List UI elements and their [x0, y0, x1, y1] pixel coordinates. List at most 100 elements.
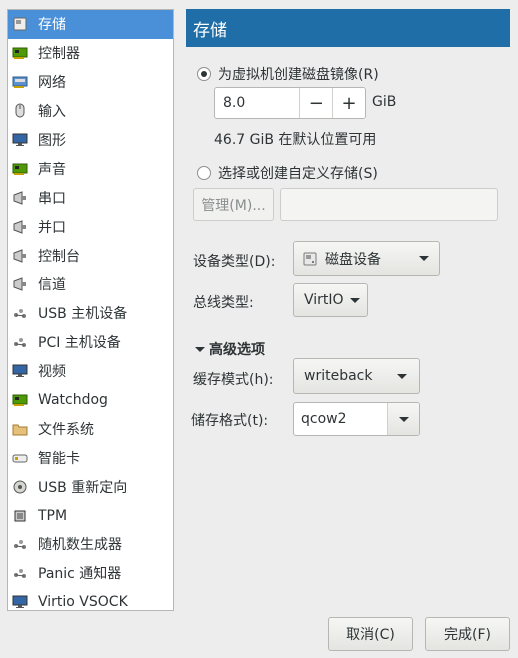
advanced-options-title: 高级选项 [209, 342, 265, 358]
controller-card-icon [12, 45, 28, 61]
sidebar-item-label: PCI 主机设备 [38, 335, 121, 352]
sidebar-item-label: 控制器 [38, 46, 80, 63]
disk-size-input[interactable]: 8.0 [215, 88, 299, 118]
sidebar-item[interactable]: Watchdog [8, 386, 173, 415]
serial-port-icon [12, 190, 28, 206]
sidebar-item[interactable]: 输入 [8, 97, 173, 126]
storage-format-dropdown-button[interactable] [387, 403, 419, 435]
storage-path-input[interactable] [280, 188, 498, 221]
channel-port-icon [12, 276, 28, 292]
sidebar-item[interactable]: Virtio VSOCK [8, 588, 173, 617]
sidebar-item-label: USB 主机设备 [38, 306, 128, 323]
sidebar-item[interactable]: 存储 [8, 10, 173, 39]
device-type-value: 磁盘设备 [325, 251, 381, 268]
sidebar-item-label: USB 重新定向 [38, 479, 128, 496]
sidebar-item[interactable]: 图形 [8, 126, 173, 155]
parallel-port-icon [12, 219, 28, 235]
storage-format-input[interactable]: qcow2 [294, 403, 387, 435]
sidebar-item[interactable]: PCI 主机设备 [8, 328, 173, 357]
video-monitor-icon [12, 363, 28, 379]
disk-icon [12, 16, 28, 32]
mouse-icon [12, 103, 28, 119]
sidebar-item-label: 信道 [38, 277, 66, 294]
size-unit: GiB [372, 94, 397, 110]
create-image-radio-row[interactable]: 为虚拟机创建磁盘镜像(R) [197, 64, 379, 84]
usb-host-icon [12, 305, 28, 321]
device-type-dropdown[interactable]: 磁盘设备 [293, 241, 440, 276]
tpm-chip-icon [12, 508, 28, 524]
sidebar-item-label: 文件系统 [38, 421, 94, 438]
sidebar-item[interactable]: 网络 [8, 68, 173, 97]
chevron-down-icon [398, 416, 409, 422]
sidebar-item[interactable]: TPM [8, 501, 173, 530]
watchdog-card-icon [12, 392, 28, 408]
cancel-button-label: 取消(C) [346, 627, 395, 643]
sidebar-item-label: 声音 [38, 161, 66, 178]
storage-format-label: 储存格式(t): [191, 413, 269, 429]
chevron-down-icon [397, 373, 407, 379]
sidebar-item[interactable]: 视频 [8, 357, 173, 386]
disk-device-icon [303, 252, 317, 266]
page-title: 存储 [186, 9, 510, 47]
custom-storage-radio[interactable] [197, 166, 211, 180]
hardware-type-list[interactable]: 存储控制器网络输入图形声音串口并口控制台信道 USB 主机设备 PCI 主机设备 视频… [7, 9, 174, 611]
sidebar-item-label: 并口 [38, 219, 66, 236]
sidebar-item[interactable]: USB 重新定向 [8, 472, 173, 501]
sidebar-item-label: Virtio VSOCK [38, 594, 128, 611]
sidebar-item[interactable]: 信道 [8, 270, 173, 299]
sidebar-item-label: 网络 [38, 75, 66, 92]
monitor-icon [12, 132, 28, 148]
manage-button[interactable]: 管理(M)... [193, 188, 274, 221]
usb-redirect-icon [12, 479, 28, 495]
panic-notifier-icon [12, 565, 28, 581]
network-icon [12, 74, 28, 90]
available-space-text: 46.7 GiB 在默认位置可用 [214, 132, 377, 148]
sidebar-item[interactable]: 控制器 [8, 39, 173, 68]
sidebar-item[interactable]: Panic 通知器 [8, 559, 173, 588]
create-image-radio[interactable] [197, 67, 211, 81]
sidebar-item-label: Panic 通知器 [38, 566, 122, 583]
sidebar-item[interactable]: 并口 [8, 212, 173, 241]
smartcard-icon [12, 450, 28, 466]
custom-storage-radio-row[interactable]: 选择或创建自定义存储(S) [197, 163, 378, 183]
sidebar-item-label: 控制台 [38, 248, 80, 265]
cache-mode-value: writeback [304, 368, 373, 384]
sidebar-item[interactable]: USB 主机设备 [8, 299, 173, 328]
bus-type-label: 总线类型: [193, 295, 254, 311]
custom-storage-label: 选择或创建自定义存储(S) [218, 166, 378, 182]
sidebar-item-label: 随机数生成器 [38, 537, 122, 554]
vsock-icon [12, 594, 28, 610]
sidebar-item[interactable]: 声音 [8, 154, 173, 183]
increment-button[interactable]: + [332, 88, 365, 118]
sidebar-item-label: 视频 [38, 364, 66, 381]
expander-arrow-icon [195, 346, 205, 352]
advanced-options-expander[interactable]: 高级选项 [195, 339, 265, 359]
decrement-button[interactable]: − [299, 88, 333, 118]
sidebar-item[interactable]: 控制台 [8, 241, 173, 270]
sidebar-item-label: 图形 [38, 133, 66, 149]
cache-mode-dropdown[interactable]: writeback [293, 358, 420, 394]
sidebar-item-label: 串口 [38, 190, 66, 207]
pci-host-icon [12, 334, 28, 350]
sidebar-item-label: 存储 [38, 17, 66, 34]
rng-icon [12, 536, 28, 552]
storage-format-combo[interactable]: qcow2 [293, 402, 420, 436]
chevron-down-icon [419, 256, 429, 261]
cancel-button[interactable]: 取消(C) [328, 617, 413, 651]
bus-type-value: VirtIO [304, 292, 344, 308]
sidebar-item[interactable]: 随机数生成器 [8, 530, 173, 559]
bus-type-dropdown[interactable]: VirtIO [293, 283, 368, 317]
sidebar-item-label: TPM [38, 507, 68, 524]
sidebar-item[interactable]: 文件系统 [8, 414, 173, 443]
disk-size-stepper[interactable]: 8.0 − + [214, 87, 366, 119]
sidebar-item[interactable]: 智能卡 [8, 443, 173, 472]
manage-button-label: 管理(M)... [201, 197, 266, 214]
finish-button[interactable]: 完成(F) [425, 617, 510, 651]
device-type-label: 设备类型(D): [193, 254, 276, 270]
page-title-text: 存储 [193, 20, 227, 41]
sound-card-icon [12, 161, 28, 177]
chevron-down-icon [349, 297, 360, 303]
folder-icon [12, 421, 28, 437]
sidebar-item[interactable]: 串口 [8, 183, 173, 212]
sidebar-item-label: 智能卡 [38, 450, 80, 467]
